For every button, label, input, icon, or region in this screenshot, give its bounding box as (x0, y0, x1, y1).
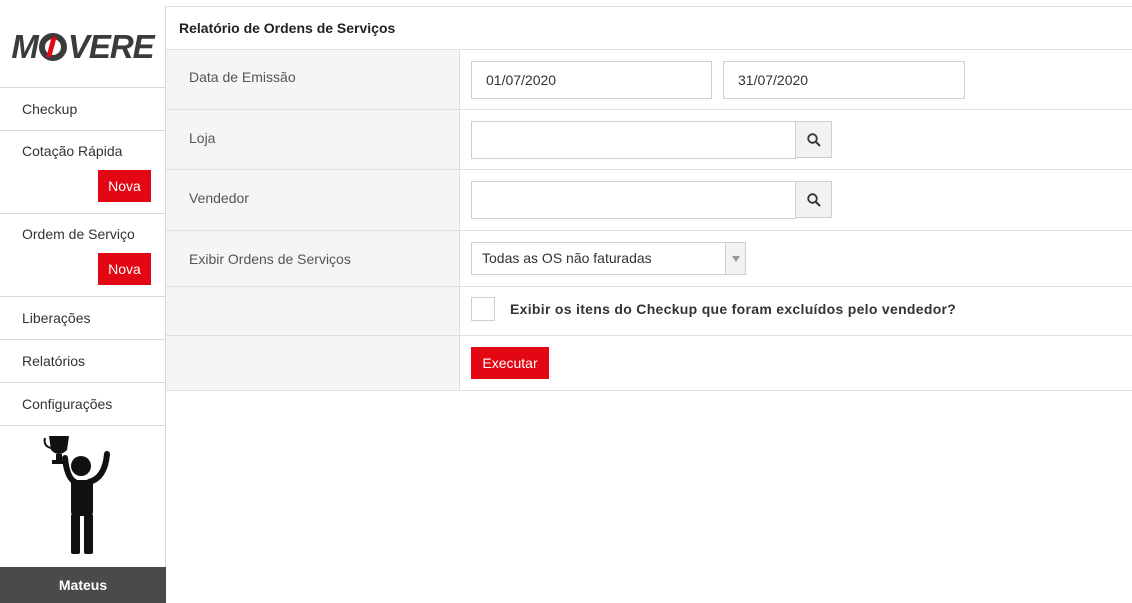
user-name-bar[interactable]: Mateus (0, 567, 166, 603)
search-icon (806, 192, 821, 207)
form-row-checkup-excluidos: Exibir os itens do Checkup que foram exc… (166, 287, 1132, 336)
select-value: Todas as OS não faturadas (482, 250, 652, 266)
loja-input[interactable] (471, 121, 796, 159)
end-date-field[interactable]: 31/07/2020 (723, 61, 965, 99)
search-icon (806, 132, 821, 147)
sidebar-item-label: Cotação Rápida (22, 143, 123, 159)
exibir-os-select[interactable]: Todas as OS não faturadas (471, 242, 746, 275)
sidebar-item-relatorios[interactable]: Relatórios (0, 340, 165, 383)
sidebar-item-checkup[interactable]: Checkup (0, 88, 165, 131)
sidebar-item-cotacao-rapida[interactable]: Cotação Rápida Nova (0, 131, 165, 214)
sidebar-item-ordem-servico[interactable]: Ordem de Serviço Nova (0, 214, 165, 297)
logo-letters-vere: VERE (67, 27, 155, 65)
checkup-excluidos-checkbox[interactable] (471, 297, 495, 321)
form-row-data-emissao: Data de Emissão 01/07/2020 31/07/2020 (166, 50, 1132, 110)
form-row-exibir-os: Exibir Ordens de Serviços Todas as OS nã… (166, 231, 1132, 287)
checkbox-label: Exibir os itens do Checkup que foram exc… (510, 301, 957, 317)
sidebar: M VERE Checkup Cotação Rápida Nova Ordem … (0, 6, 166, 603)
field-label: Data de Emissão (166, 50, 460, 109)
page-title: Relatório de Ordens de Serviços (166, 7, 1132, 50)
logo-text: M VERE (11, 27, 155, 66)
report-panel: Relatório de Ordens de Serviços Data de … (166, 6, 1132, 603)
start-date-field[interactable]: 01/07/2020 (471, 61, 712, 99)
logo-wheel-icon (38, 32, 67, 61)
vendedor-search-button[interactable] (795, 181, 832, 218)
form-row-actions: Executar (166, 336, 1132, 391)
field-label: Vendedor (166, 170, 460, 230)
new-cotacao-button[interactable]: Nova (98, 170, 151, 202)
sidebar-item-label: Relatórios (22, 353, 86, 369)
vendedor-input[interactable] (471, 181, 796, 219)
sidebar-item-label: Configurações (22, 396, 113, 412)
field-label: Loja (166, 110, 460, 169)
sidebar-item-configuracoes[interactable]: Configurações (0, 383, 165, 426)
mascot-trophy-icon (0, 432, 166, 566)
logo-letter-m: M (11, 27, 38, 65)
sidebar-item-liberacoes[interactable]: Liberações (0, 297, 165, 340)
field-label-empty (166, 287, 460, 335)
logo[interactable]: M VERE (0, 6, 165, 88)
sidebar-item-label: Checkup (22, 101, 78, 117)
caret-down-icon[interactable] (725, 243, 745, 274)
field-label: Exibir Ordens de Serviços (166, 231, 460, 286)
execute-button[interactable]: Executar (471, 347, 549, 379)
sidebar-item-label: Ordem de Serviço (22, 226, 135, 242)
loja-search-button[interactable] (795, 121, 832, 158)
form-row-vendedor: Vendedor (166, 170, 1132, 231)
sidebar-item-label: Liberações (22, 310, 91, 326)
new-ordem-servico-button[interactable]: Nova (98, 253, 151, 285)
form-row-loja: Loja (166, 110, 1132, 170)
field-label-empty (166, 336, 460, 390)
